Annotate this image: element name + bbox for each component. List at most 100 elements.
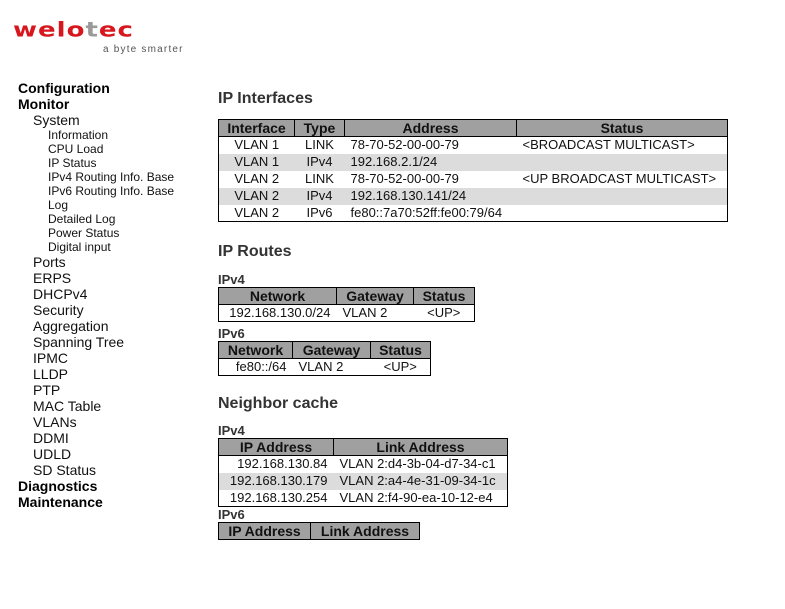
- table-row: 192.168.130.254 VLAN 2:f4-90-ea-10-12-e4: [218, 489, 508, 507]
- logo-word-right: ec: [98, 18, 134, 42]
- table-cell: VLAN 1: [218, 153, 295, 171]
- table-cell: IPv6: [294, 204, 345, 222]
- table-cell: [516, 187, 728, 205]
- nav-item-mac-table[interactable]: MAC Table: [18, 398, 208, 414]
- table-row: 192.168.130.179 VLAN 2:a4-4e-31-09-34-1c: [218, 472, 508, 490]
- table-cell: <UP>: [370, 358, 431, 376]
- table-header-row: Interface Type Address Status: [218, 119, 728, 137]
- logo-word-left: welo: [13, 18, 86, 42]
- ip-routes-ipv6-label: IPv6: [218, 326, 245, 341]
- table-cell: VLAN 1: [218, 136, 295, 154]
- table-row: VLAN 2 LINK 78-70-52-00-00-79 <UP BROADCAST…: [218, 170, 728, 188]
- table-cell: LINK: [294, 136, 345, 154]
- col-network: Network: [218, 341, 293, 359]
- table-cell: VLAN 2: [218, 187, 295, 205]
- table-row: VLAN 1 LINK 78-70-52-00-00-79 <BROADCAST MU…: [218, 136, 728, 154]
- nav-item-vlans[interactable]: VLANs: [18, 414, 208, 430]
- table-cell: LINK: [294, 170, 345, 188]
- table-cell: VLAN 2:f4-90-ea-10-12-e4: [333, 489, 508, 507]
- table-row: VLAN 2 IPv6 fe80::7a70:52ff:fe00:79/64: [218, 204, 728, 222]
- table-cell: 192.168.130.0/24: [218, 304, 337, 322]
- table-cell: <UP>: [413, 304, 475, 322]
- col-ip-address: IP Address: [218, 438, 334, 456]
- table-cell: 192.168.130.179: [218, 472, 334, 490]
- table-cell: [516, 204, 728, 222]
- ip-routes-ipv4-table: Network Gateway Status 192.168.130.0/24 V…: [218, 287, 475, 322]
- table-cell: [516, 153, 728, 171]
- table-header-row: IP Address Link Address: [218, 438, 508, 456]
- neighbor-ipv6-label: IPv6: [218, 507, 245, 522]
- neighbor-ipv4-table: IP Address Link Address 192.168.130.84 VL…: [218, 438, 508, 507]
- ip-interfaces-table: Interface Type Address Status VLAN 1 LINK…: [218, 119, 728, 222]
- nav-item-detailed-log[interactable]: Detailed Log: [18, 212, 208, 226]
- nav-item-power-status[interactable]: Power Status: [18, 226, 208, 240]
- nav-item-lldp[interactable]: LLDP: [18, 366, 208, 382]
- logo-tagline: a byte smarter: [103, 44, 184, 55]
- table-cell: 78-70-52-00-00-79: [344, 136, 517, 154]
- table-header-row: Network Gateway Status: [218, 341, 431, 359]
- nav-item-udld[interactable]: UDLD: [18, 446, 208, 462]
- ip-routes-title: IP Routes: [218, 243, 292, 260]
- nav-item-security[interactable]: Security: [18, 302, 208, 318]
- table-cell: VLAN 2: [218, 204, 295, 222]
- table-row: VLAN 2 IPv4 192.168.130.141/24: [218, 187, 728, 205]
- table-cell: VLAN 2: [292, 358, 371, 376]
- nav-item-cpu-load[interactable]: CPU Load: [18, 142, 208, 156]
- nav-item-ddmi[interactable]: DDMI: [18, 430, 208, 446]
- nav-item-aggregation[interactable]: Aggregation: [18, 318, 208, 334]
- table-cell: 192.168.130.254: [218, 489, 334, 507]
- table-header-row: Network Gateway Status: [218, 287, 475, 305]
- neighbor-ipv6-table: IP Address Link Address: [218, 522, 420, 540]
- col-ip-address: IP Address: [218, 522, 311, 540]
- col-status: Status: [370, 341, 431, 359]
- ip-interfaces-title: IP Interfaces: [218, 90, 313, 107]
- logo-word-t: T: [85, 18, 99, 42]
- table-row: fe80::/64 VLAN 2 <UP>: [218, 358, 431, 376]
- table-cell: fe80::/64: [218, 358, 293, 376]
- nav-item-digital-input[interactable]: Digital input: [18, 240, 208, 254]
- ip-routes-ipv4-label: IPv4: [218, 272, 245, 287]
- nav-item-erps[interactable]: ERPS: [18, 270, 208, 286]
- table-cell: 192.168.130.84: [218, 455, 334, 473]
- table-cell: IPv4: [294, 187, 345, 205]
- table-cell: <UP BROADCAST MULTICAST>: [516, 170, 728, 188]
- nav-item-maintenance[interactable]: Maintenance: [18, 494, 208, 510]
- nav-item-ipv6-routing-info-base[interactable]: IPv6 Routing Info. Base: [18, 184, 208, 198]
- col-type: Type: [294, 119, 345, 137]
- nav-item-ptp[interactable]: PTP: [18, 382, 208, 398]
- logo-wordmark: weloTec: [13, 20, 134, 40]
- nav-item-ipv4-routing-info-base[interactable]: IPv4 Routing Info. Base: [18, 170, 208, 184]
- nav-item-spanning-tree[interactable]: Spanning Tree: [18, 334, 208, 350]
- nav-item-ip-status[interactable]: IP Status: [18, 156, 208, 170]
- neighbor-ipv4-label: IPv4: [218, 423, 245, 438]
- table-cell: VLAN 2:a4-4e-31-09-34-1c: [333, 472, 508, 490]
- table-cell: <BROADCAST MULTICAST>: [516, 136, 728, 154]
- table-cell: VLAN 2: [336, 304, 414, 322]
- table-cell: VLAN 2:d4-3b-04-d7-34-c1: [333, 455, 508, 473]
- nav-item-ports[interactable]: Ports: [18, 254, 208, 270]
- col-status: Status: [413, 287, 475, 305]
- table-row: VLAN 1 IPv4 192.168.2.1/24: [218, 153, 728, 171]
- nav-item-diagnostics[interactable]: Diagnostics: [18, 478, 208, 494]
- col-status: Status: [516, 119, 728, 137]
- nav-item-log[interactable]: Log: [18, 198, 208, 212]
- nav-item-ipmc[interactable]: IPMC: [18, 350, 208, 366]
- col-link-address: Link Address: [310, 522, 420, 540]
- table-row: 192.168.130.84 VLAN 2:d4-3b-04-d7-34-c1: [218, 455, 508, 473]
- table-cell: fe80::7a70:52ff:fe00:79/64: [344, 204, 517, 222]
- nav-item-information[interactable]: Information: [18, 128, 208, 142]
- nav-item-sd-status[interactable]: SD Status: [18, 462, 208, 478]
- sidebar-menu: Configuration Monitor System Information CPU…: [18, 80, 208, 510]
- neighbor-cache-title: Neighbor cache: [218, 395, 339, 412]
- table-cell: IPv4: [294, 153, 345, 171]
- col-gateway: Gateway: [292, 341, 371, 359]
- nav-item-configuration[interactable]: Configuration: [18, 80, 208, 96]
- col-link-address: Link Address: [333, 438, 508, 456]
- nav-item-dhcpv4[interactable]: DHCPv4: [18, 286, 208, 302]
- table-cell: 192.168.130.141/24: [344, 187, 517, 205]
- ip-routes-ipv6-table: Network Gateway Status fe80::/64 VLAN 2 <U…: [218, 341, 431, 376]
- nav-item-monitor[interactable]: Monitor: [18, 96, 208, 112]
- table-cell: 78-70-52-00-00-79: [344, 170, 517, 188]
- table-row: 192.168.130.0/24 VLAN 2 <UP>: [218, 304, 475, 322]
- nav-item-system[interactable]: System: [18, 112, 208, 128]
